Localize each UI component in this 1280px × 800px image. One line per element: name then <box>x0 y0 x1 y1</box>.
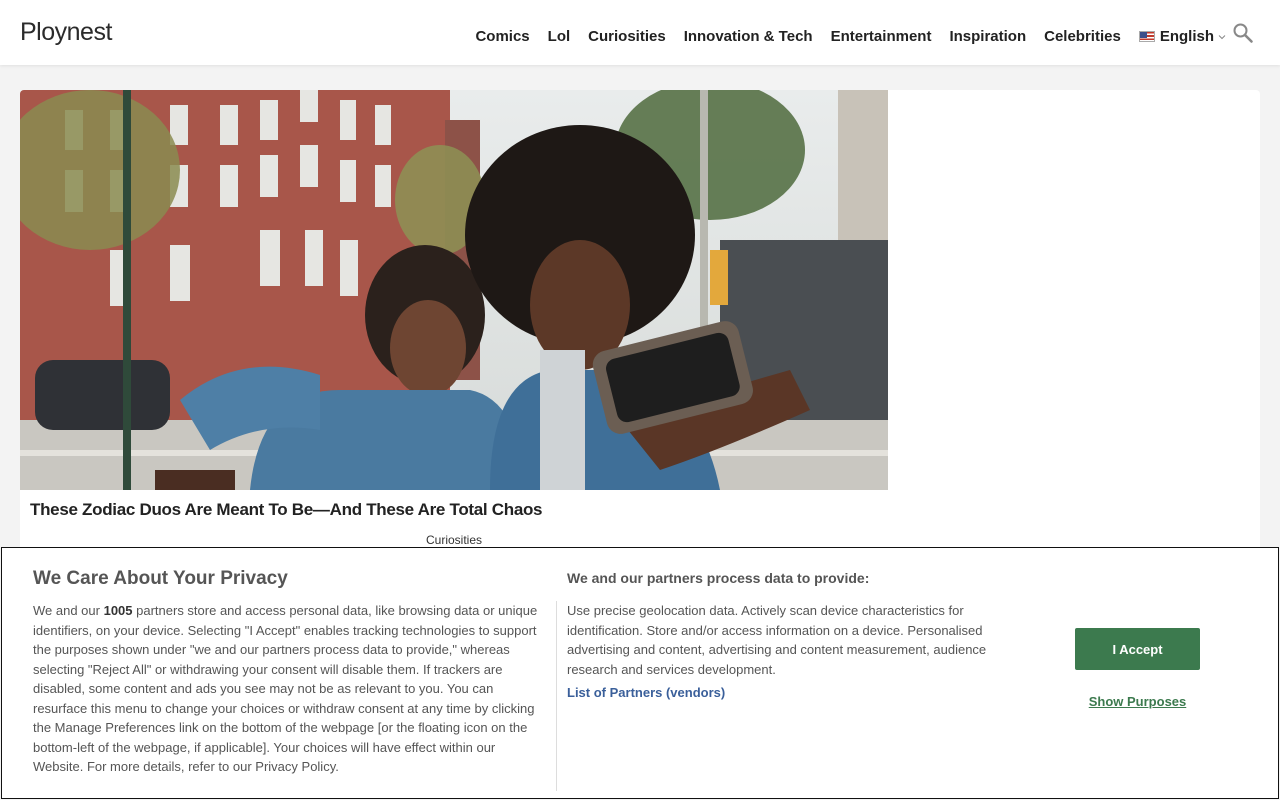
nav-item-comics[interactable]: Comics <box>475 28 529 45</box>
nav-item-inspiration[interactable]: Inspiration <box>949 28 1026 45</box>
show-purposes-link[interactable]: Show Purposes <box>1075 694 1200 709</box>
article-hero-image[interactable] <box>20 90 888 490</box>
chevron-down-icon <box>1218 34 1226 39</box>
main-nav: Comics Lol Curiosities Innovation & Tech… <box>457 28 1226 45</box>
nav-item-lol[interactable]: Lol <box>548 28 571 45</box>
consent-purposes-heading: We and our partners process data to prov… <box>567 570 870 586</box>
consent-description: We and our 1005 partners store and acces… <box>33 601 545 777</box>
nav-item-celebrities[interactable]: Celebrities <box>1044 28 1121 45</box>
consent-body-suffix: partners store and access personal data,… <box>33 603 538 774</box>
privacy-consent-banner: We Care About Your Privacy We and our 10… <box>1 547 1279 799</box>
nav-item-curiosities[interactable]: Curiosities <box>588 28 666 45</box>
partner-count: 1005 <box>103 603 133 618</box>
article-card: These Zodiac Duos Are Meant To Be—And Th… <box>20 90 1260 570</box>
language-label: English <box>1159 28 1214 45</box>
us-flag-icon <box>1138 31 1155 42</box>
search-icon[interactable] <box>1232 22 1254 44</box>
hero-photo <box>20 90 888 490</box>
partners-list-link[interactable]: List of Partners (vendors) <box>567 685 725 700</box>
consent-body-prefix: We and our <box>33 603 104 618</box>
consent-title: We Care About Your Privacy <box>33 568 288 589</box>
consent-purposes-text: Use precise geolocation data. Actively s… <box>567 603 987 677</box>
nav-item-entertainment[interactable]: Entertainment <box>831 28 932 45</box>
article-title[interactable]: These Zodiac Duos Are Meant To Be—And Th… <box>30 500 543 520</box>
accept-button[interactable]: I Accept <box>1075 628 1200 670</box>
language-selector[interactable]: English <box>1138 28 1226 45</box>
nav-item-innovation-tech[interactable]: Innovation & Tech <box>684 28 813 45</box>
article-category[interactable]: Curiosities <box>20 533 888 547</box>
consent-divider <box>556 601 557 791</box>
site-header: Ploynest Comics Lol Curiosities Innovati… <box>0 0 1280 65</box>
site-logo[interactable]: Ploynest <box>20 18 112 47</box>
